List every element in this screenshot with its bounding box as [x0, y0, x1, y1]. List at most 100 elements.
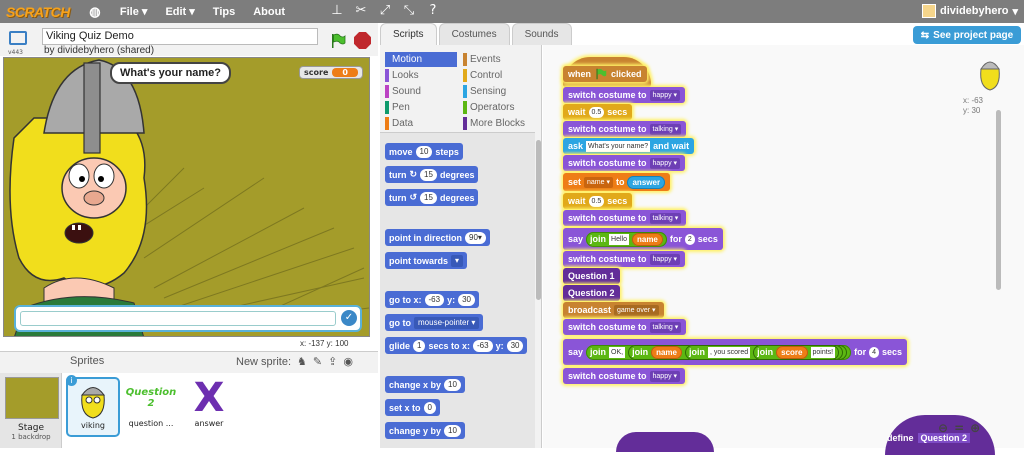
green-flag-icon[interactable]	[330, 33, 346, 49]
paint-icon[interactable]: ✎	[313, 355, 322, 368]
zoom-in-icon[interactable]: ⊕	[970, 421, 980, 435]
stage-label: Stage	[17, 423, 44, 433]
tab-costumes[interactable]: Costumes	[438, 23, 510, 45]
point-direction-block[interactable]: point in direction 90▾	[385, 229, 490, 246]
sprites-label: Sprites	[70, 355, 105, 367]
category-control[interactable]: Control	[463, 68, 535, 83]
editor-tabs: Scripts Costumes Sounds	[380, 23, 574, 45]
broadcast-block[interactable]: broadcast game over ▾	[563, 302, 664, 318]
wait-block[interactable]: wait 0.5 secs	[563, 193, 633, 209]
switch-costume-block[interactable]: switch costume to talking ▾	[563, 319, 687, 335]
partial-script-block[interactable]	[616, 432, 714, 452]
answer-thumbnail: X	[193, 375, 225, 421]
stop-icon[interactable]	[354, 32, 371, 49]
edit-menu[interactable]: Edit ▾	[165, 5, 194, 18]
goto-xy-block[interactable]: go to x: -63 y: 30	[385, 291, 479, 308]
avatar	[922, 4, 936, 18]
category-pen[interactable]: Pen	[385, 100, 457, 115]
glide-block[interactable]: glide 1 secs to x: -63 y: 30	[385, 337, 528, 354]
point-towards-block[interactable]: point towards ▾	[385, 252, 468, 269]
cut-scissors-icon[interactable]: ✂	[354, 4, 368, 18]
category-sound[interactable]: Sound	[385, 84, 457, 99]
score-monitor[interactable]: score 0	[299, 66, 363, 79]
category-motion[interactable]: Motion	[385, 52, 457, 67]
scripts-scrollbar[interactable]	[996, 110, 1001, 290]
switch-costume-block[interactable]: switch costume to talking ▾	[563, 210, 687, 226]
when-flag-clicked-block[interactable]: when clicked	[563, 66, 647, 82]
sprite-answer[interactable]: X answer	[182, 375, 236, 437]
stage-thumbnail-pane[interactable]: Stage 1 backdrop	[0, 373, 62, 448]
score-label: score	[304, 68, 329, 77]
file-menu[interactable]: File ▾	[120, 5, 148, 18]
say-score-block[interactable]: say join OK, join name join, you scored join sc…	[563, 339, 908, 365]
green-flag-icon	[596, 68, 607, 80]
change-y-block[interactable]: change y by 10	[385, 422, 465, 439]
backdrop-count: 1 backdrop	[11, 433, 51, 441]
ask-block[interactable]: ask What's your name? and wait	[563, 138, 695, 154]
palette-scrollbar[interactable]	[536, 140, 541, 300]
move-steps-block[interactable]: move 10 steps	[385, 143, 463, 160]
category-looks[interactable]: Looks	[385, 68, 457, 83]
sprite-viking[interactable]: viking i	[66, 375, 120, 437]
say-for-secs-block[interactable]: say join Hello name for 2 secs	[563, 228, 723, 250]
set-x-block[interactable]: set x to 0	[385, 399, 440, 416]
switch-costume-block[interactable]: switch costume to happy ▾	[563, 251, 686, 267]
sprite-list: viking i Question 2 question ... X answe…	[62, 373, 378, 448]
user-menu[interactable]: dividebyhero ▾	[922, 4, 1018, 18]
upload-icon[interactable]: ⇪	[328, 355, 337, 368]
version-label: v443	[8, 49, 24, 56]
fullscreen-icon[interactable]	[9, 31, 27, 45]
about-menu[interactable]: About	[253, 6, 285, 18]
tips-menu[interactable]: Tips	[213, 6, 235, 18]
set-variable-block[interactable]: set name ▾ to answer	[563, 173, 671, 191]
grow-icon[interactable]: ⤢	[378, 4, 392, 18]
username: dividebyhero	[940, 5, 1009, 17]
menu-bar: SCRATCH ◍ File ▾ Edit ▾ Tips About ⊥ ✂ ⤢…	[0, 0, 1024, 23]
help-icon[interactable]: ?	[426, 4, 440, 18]
category-more-blocks[interactable]: More Blocks	[463, 116, 535, 131]
mouse-coordinates: x: -137 y: 100	[300, 339, 349, 348]
category-sensing[interactable]: Sensing	[463, 84, 535, 99]
project-byline: by dividebyhero (shared)	[44, 45, 155, 56]
turn-left-block[interactable]: turn ↺ 15 degrees	[385, 189, 479, 206]
see-project-page-button[interactable]: ⇆ See project page	[913, 26, 1021, 44]
scratch-logo[interactable]: SCRATCH	[6, 4, 70, 20]
zoom-controls: ⊖ = ⊕	[938, 421, 980, 435]
globe-icon[interactable]: ◍	[88, 4, 102, 19]
stage-thumbnail[interactable]	[5, 377, 59, 419]
change-x-block[interactable]: change x by 10	[385, 376, 465, 393]
switch-costume-block[interactable]: switch costume to happy ▾	[563, 87, 686, 103]
swap-icon: ⇆	[920, 29, 930, 41]
shrink-icon[interactable]: ⤡	[402, 4, 416, 18]
question-2-call-block[interactable]: Question 2	[563, 285, 620, 301]
sprite-question[interactable]: Question 2 question ...	[124, 377, 178, 437]
question-thumbnail: Question 2	[125, 387, 177, 409]
answer-input[interactable]	[20, 311, 336, 326]
stage-canvas[interactable]: score 0 What's your name? ✓	[3, 57, 370, 337]
check-icon[interactable]: ✓	[341, 310, 357, 326]
info-icon[interactable]: i	[66, 375, 77, 386]
wait-block[interactable]: wait 0.5 secs	[563, 104, 633, 120]
question-1-call-block[interactable]: Question 1	[563, 268, 620, 284]
category-events[interactable]: Events	[463, 52, 535, 67]
tab-scripts[interactable]: Scripts	[380, 23, 437, 45]
switch-costume-block[interactable]: switch costume to happy ▾	[563, 155, 686, 171]
zoom-reset-icon[interactable]: =	[954, 421, 964, 435]
chevron-down-icon: ▾	[1012, 5, 1018, 18]
goto-block[interactable]: go to mouse-pointer ▾	[385, 314, 484, 331]
sprite-label: answer	[194, 419, 224, 428]
scripts-area[interactable]: when clicked switch costume to happy ▾ wai…	[543, 45, 1024, 448]
switch-costume-block[interactable]: switch costume to happy ▾	[563, 368, 686, 384]
speech-bubble: What's your name?	[110, 62, 232, 84]
zoom-out-icon[interactable]: ⊖	[938, 421, 948, 435]
project-title-input[interactable]: Viking Quiz Demo	[42, 28, 318, 45]
tab-sounds[interactable]: Sounds	[511, 23, 572, 45]
category-operators[interactable]: Operators	[463, 100, 535, 115]
library-icon[interactable]: ♞	[297, 355, 307, 368]
duplicate-stamp-icon[interactable]: ⊥	[330, 4, 344, 18]
camera-icon[interactable]: ◉	[343, 355, 353, 368]
turn-right-block[interactable]: turn ↻ 15 degrees	[385, 166, 479, 183]
category-data[interactable]: Data	[385, 116, 457, 131]
switch-costume-block[interactable]: switch costume to talking ▾	[563, 121, 687, 137]
turn-right-icon: ↻	[409, 169, 418, 179]
